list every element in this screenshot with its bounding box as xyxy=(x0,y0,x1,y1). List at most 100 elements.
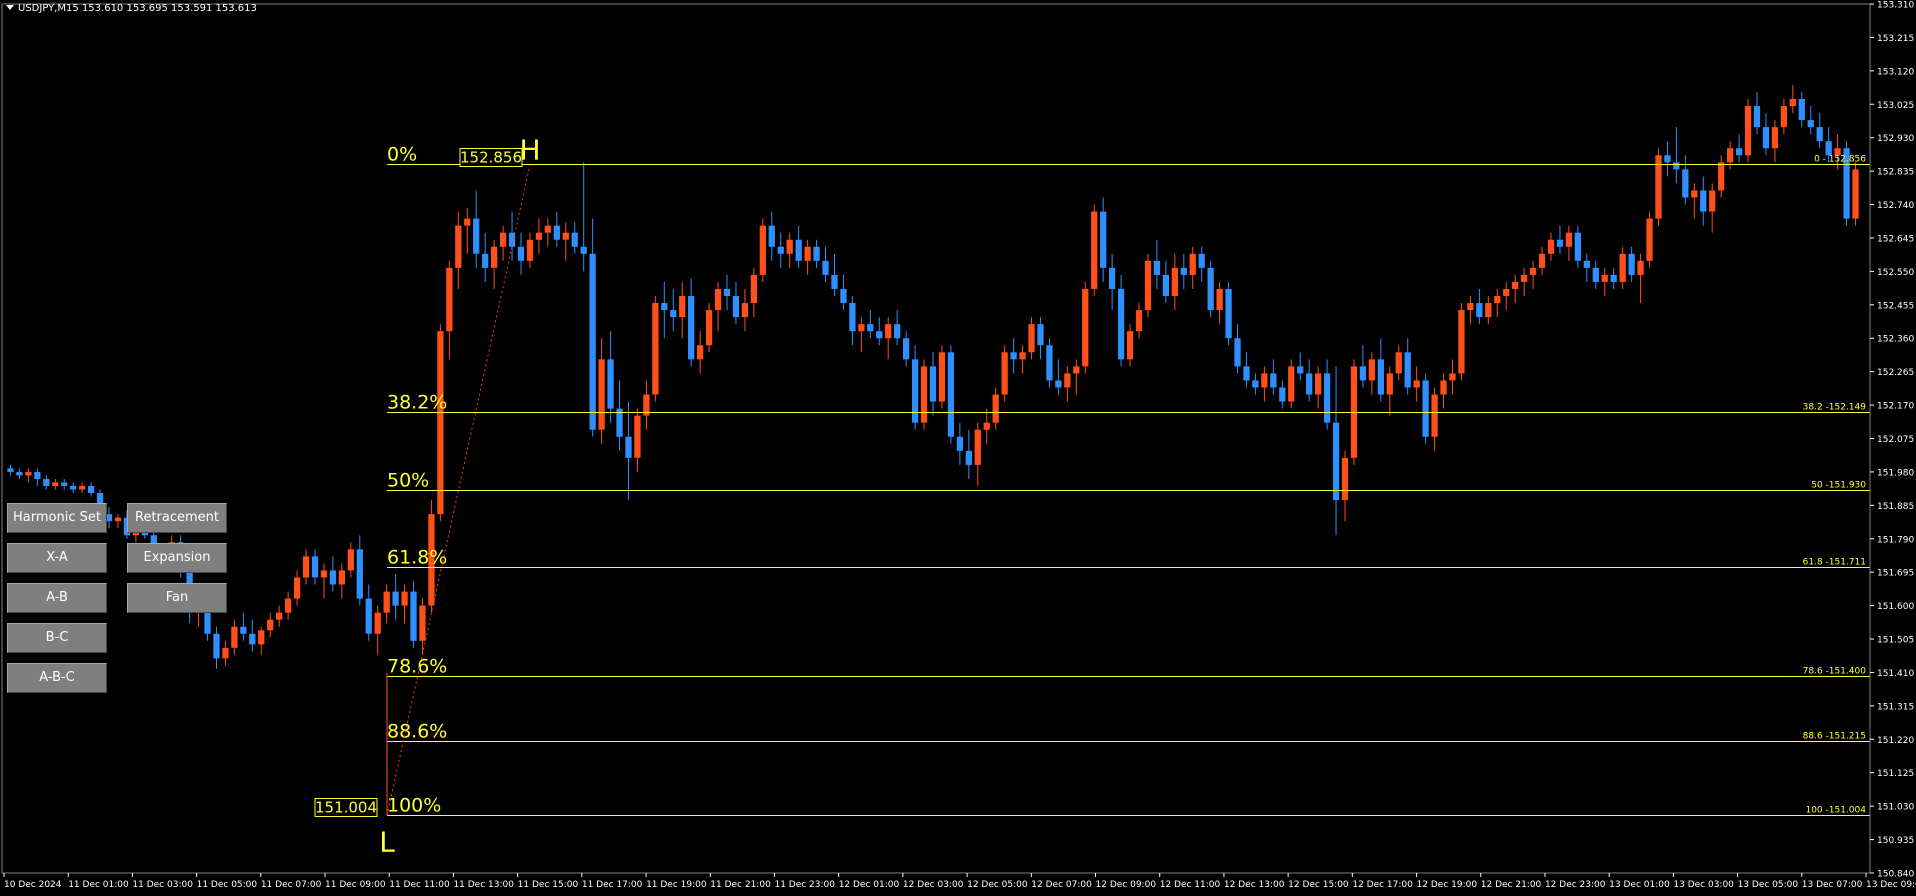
candle-body xyxy=(1037,324,1044,346)
candle-body xyxy=(1279,387,1286,402)
candle-body xyxy=(1252,380,1259,388)
candle-body xyxy=(1082,288,1089,367)
candle-body xyxy=(1028,324,1035,353)
candle-body xyxy=(276,612,283,620)
fib-low-price: 151.004 xyxy=(315,799,377,817)
candle-body xyxy=(1108,267,1116,289)
candle-body xyxy=(1413,380,1420,388)
candle-body xyxy=(392,591,399,606)
fib-level-price-label: 61.8 -151.711 xyxy=(1803,558,1866,568)
candle-body xyxy=(455,225,462,268)
candle-body xyxy=(1485,303,1492,318)
candle-body xyxy=(992,394,999,423)
price-tick-label: 151.790 xyxy=(1877,535,1914,545)
candle-body xyxy=(1314,373,1322,395)
price-tick-label: 152.930 xyxy=(1877,134,1914,144)
candle-body xyxy=(1583,260,1590,268)
candle-body xyxy=(535,232,543,240)
candle-body xyxy=(1682,169,1689,198)
candle-body xyxy=(1100,211,1107,268)
candle-body xyxy=(938,352,946,402)
candle-body xyxy=(1494,296,1501,304)
time-tick-label: 12 Dec 13:00 xyxy=(1224,880,1285,890)
price-tick-label: 153.310 xyxy=(1877,1,1914,11)
time-tick-label: 12 Dec 09:00 xyxy=(1096,880,1157,890)
fib-level-pct-label: 61.8% xyxy=(387,547,447,569)
candle-body xyxy=(920,366,928,423)
candle-body xyxy=(329,570,337,585)
candle-body xyxy=(267,619,274,631)
price-tick-label: 152.265 xyxy=(1877,368,1914,378)
candle-body xyxy=(302,556,310,578)
fib-level-price-label: 50 -151.930 xyxy=(1811,481,1866,491)
abc-button[interactable]: A-B-C xyxy=(7,663,107,693)
expansion-button[interactable]: Expansion xyxy=(127,543,227,573)
candle-body xyxy=(1386,373,1393,395)
dropdown-triangle-icon[interactable] xyxy=(6,5,14,10)
candle-body xyxy=(741,303,749,318)
candle-body xyxy=(1709,190,1716,212)
candle-body xyxy=(1234,338,1241,367)
candle-body xyxy=(696,345,704,360)
time-tick-label: 13 Dec 09:00 xyxy=(1866,880,1916,890)
time-tick-label: 12 Dec 21:00 xyxy=(1481,880,1542,890)
candle-body xyxy=(867,324,874,332)
harmonic-set-button[interactable]: Harmonic Set xyxy=(7,503,107,533)
bc-button[interactable]: B-C xyxy=(7,623,107,653)
time-tick-label: 12 Dec 01:00 xyxy=(839,880,900,890)
candle-body xyxy=(1529,267,1537,275)
candle-body xyxy=(1565,232,1573,247)
candle-body xyxy=(1467,303,1474,311)
time-tick-label: 11 Dec 23:00 xyxy=(774,880,835,890)
price-tick-label: 152.740 xyxy=(1877,201,1914,211)
candle-body xyxy=(813,246,820,261)
candle-body xyxy=(1646,218,1653,261)
candle-body xyxy=(1377,359,1384,395)
candle-body xyxy=(1458,310,1465,374)
candle-body xyxy=(1019,352,1026,360)
candle-body xyxy=(78,485,86,490)
candle-body xyxy=(508,232,516,247)
price-tick-label: 151.505 xyxy=(1877,636,1914,646)
fan-button[interactable]: Fan xyxy=(127,583,227,613)
time-tick-label: 12 Dec 23:00 xyxy=(1545,880,1606,890)
price-tick-label: 152.645 xyxy=(1877,234,1914,244)
candle-body xyxy=(401,591,408,606)
time-tick-label: 13 Dec 01:00 xyxy=(1609,880,1670,890)
candle-body xyxy=(25,471,32,476)
candle-body xyxy=(410,591,417,641)
candle-body xyxy=(589,253,596,430)
candle-body xyxy=(1700,190,1707,212)
fib-level-price-label: 88.6 -151.215 xyxy=(1803,732,1866,742)
candle-body xyxy=(634,415,641,458)
candle-body xyxy=(804,246,811,261)
candle-body xyxy=(34,471,41,479)
fib-level-pct-label: 78.6% xyxy=(387,656,447,678)
retracement-button[interactable]: Retracement xyxy=(127,503,227,533)
candle-body xyxy=(544,225,552,233)
candle-body xyxy=(1718,162,1725,191)
candle-body xyxy=(858,324,865,332)
candle-body xyxy=(383,591,390,613)
symbol-title: USDJPY,M15 153.610 153.695 153.591 153.6… xyxy=(6,3,257,14)
candle-body xyxy=(338,570,346,585)
price-tick-label: 151.220 xyxy=(1877,736,1914,746)
candle-body xyxy=(777,246,784,254)
candle-body xyxy=(1341,457,1349,501)
candle-body xyxy=(732,296,740,318)
candle-body xyxy=(1198,253,1205,268)
price-tick-label: 150.840 xyxy=(1877,870,1914,880)
price-tick-label: 151.410 xyxy=(1877,669,1914,679)
price-chart[interactable]: 0% 0 - 152.856 38.2% 38.2 -152.149 50% 50 -15… xyxy=(0,0,1916,896)
ab-button[interactable]: A-B xyxy=(7,583,107,613)
candle-body xyxy=(1064,373,1071,388)
candle-body xyxy=(1297,366,1304,374)
candle-body xyxy=(70,485,77,490)
time-tick-label: 12 Dec 17:00 xyxy=(1352,880,1413,890)
price-tick-label: 153.025 xyxy=(1877,101,1914,111)
candle-body xyxy=(365,598,372,634)
candle-body xyxy=(822,260,829,275)
candle-body xyxy=(661,303,668,311)
xa-button[interactable]: X-A xyxy=(7,543,107,573)
candle-body xyxy=(1144,260,1152,311)
